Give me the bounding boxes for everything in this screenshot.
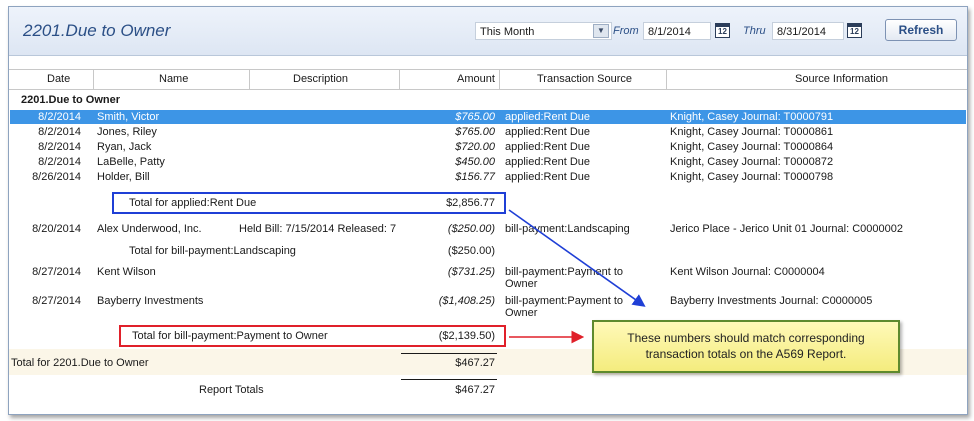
report-header: 2201.Due to Owner This Month ▼ From 8/1/… bbox=[9, 7, 967, 56]
total-landscaping-amount: ($250.00) bbox=[447, 245, 495, 257]
column-header-amount[interactable]: Amount bbox=[457, 73, 495, 85]
column-header-name[interactable]: Name bbox=[159, 73, 188, 85]
period-select[interactable]: This Month bbox=[475, 22, 612, 40]
report-totals-label: Report Totals bbox=[199, 384, 264, 396]
callout-line-2: transaction totals on the A569 Report. bbox=[645, 347, 847, 361]
group-total-underline bbox=[401, 353, 497, 354]
page-title: 2201.Due to Owner bbox=[23, 21, 171, 40]
report-totals-underline bbox=[401, 379, 497, 380]
chevron-down-icon[interactable]: ▼ bbox=[593, 24, 609, 38]
thru-label: Thru bbox=[743, 25, 766, 37]
total-applied-amount: $2,856.77 bbox=[446, 197, 495, 209]
group-title: 2201.Due to Owner bbox=[21, 94, 121, 106]
callout-line-1: These numbers should match corresponding bbox=[627, 331, 865, 345]
column-header-description[interactable]: Description bbox=[293, 73, 348, 85]
from-date-field[interactable]: 8/1/2014 bbox=[643, 22, 711, 40]
report-totals-amount: $467.27 bbox=[455, 384, 495, 396]
from-label: From bbox=[613, 25, 639, 37]
column-header-transaction-source[interactable]: Transaction Source bbox=[537, 73, 632, 85]
column-header-source-information[interactable]: Source Information bbox=[795, 73, 888, 85]
total-owner-label: Total for bill-payment:Payment to Owner bbox=[132, 330, 328, 342]
refresh-button[interactable]: Refresh bbox=[885, 19, 957, 41]
calendar-icon[interactable] bbox=[715, 23, 730, 38]
column-header-date[interactable]: Date bbox=[47, 73, 70, 85]
calendar-icon[interactable] bbox=[847, 23, 862, 38]
total-applied-label: Total for applied:Rent Due bbox=[129, 197, 257, 209]
report-window: 2201.Due to Owner This Month ▼ From 8/1/… bbox=[8, 6, 968, 415]
group-total-amount: $467.27 bbox=[455, 357, 495, 369]
thru-date-field[interactable]: 8/31/2014 bbox=[772, 22, 844, 40]
total-landscaping-label: Total for bill-payment:Landscaping bbox=[129, 245, 296, 257]
callout-note: These numbers should match corresponding… bbox=[592, 320, 900, 373]
total-owner-amount: ($2,139.50) bbox=[438, 330, 495, 342]
group-total-label: Total for 2201.Due to Owner bbox=[11, 357, 149, 369]
column-header-row: Date Name Description Amount Transaction… bbox=[9, 69, 967, 90]
